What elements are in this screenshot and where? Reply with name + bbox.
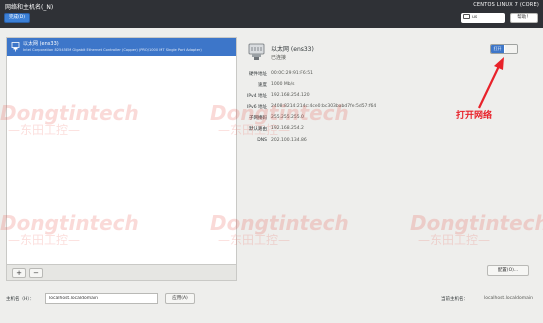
- dns-label: DNS: [257, 138, 267, 143]
- hardware-address-value: 00:0C:29:91:F6:51: [271, 71, 313, 76]
- connection-name: 以太网 (ens33): [23, 41, 59, 47]
- add-connection-button[interactable]: +: [12, 268, 26, 278]
- help-button[interactable]: 帮助！: [510, 13, 538, 23]
- network-icon: [11, 42, 20, 52]
- ethernet-icon: [248, 43, 265, 60]
- remove-connection-button[interactable]: −: [29, 268, 43, 278]
- ipv6-address-value: 2408:8214:214c:4ce0:bc303babd7fe:5d57:f6…: [271, 104, 377, 109]
- connection-list-toolbar: + −: [6, 265, 237, 281]
- connection-title: 以太网 (ens33): [271, 46, 314, 53]
- watermark: Dongtintech —东田工控—: [410, 213, 543, 247]
- watermark-brand: Dongtintech: [410, 211, 543, 235]
- connection-description: Intel Corporation 82545EM Gigabit Ethern…: [23, 48, 202, 52]
- toggle-knob: [505, 45, 517, 53]
- ipv4-address-value: 192.168.254.120: [271, 93, 310, 98]
- ipv4-address-label: IPv4 地址: [247, 94, 267, 99]
- speed-label: 速度: [258, 83, 267, 88]
- watermark-brand-cn: —东田工控—: [418, 233, 491, 247]
- configure-button[interactable]: 配置(O)...: [487, 265, 529, 276]
- connection-list: 以太网 (ens33) Intel Corporation 82545EM Gi…: [6, 37, 237, 265]
- current-hostname-value: localhost.localdomain: [484, 296, 533, 301]
- done-button[interactable]: 完成(D): [4, 13, 30, 23]
- page-title: 网络和主机名(_N): [5, 4, 54, 11]
- toggle-on-label: 打开: [491, 45, 504, 53]
- default-route-label: 默认路由: [249, 127, 267, 132]
- annotation-arrow-icon: [478, 57, 504, 109]
- annotation-text: 打开网络: [456, 111, 493, 121]
- hostname-label: 主机名（H）：: [6, 297, 35, 302]
- subnet-mask-label: 子网掩码: [249, 116, 267, 121]
- dns-value: 202.100.134.86: [271, 138, 307, 143]
- hostname-input[interactable]: [45, 293, 158, 304]
- os-label: CENTOS LINUX 7 (CORE): [473, 2, 539, 8]
- header-bar: 网络和主机名(_N) 完成(D) CENTOS LINUX 7 (CORE) u…: [0, 0, 543, 28]
- current-hostname-label: 当前主机名：: [441, 297, 468, 302]
- connection-list-item[interactable]: 以太网 (ens33) Intel Corporation 82545EM Gi…: [7, 38, 236, 56]
- subnet-mask-value: 255.255.255.0: [271, 115, 304, 120]
- keyboard-icon: [463, 14, 470, 19]
- connection-status: 已连接: [271, 55, 287, 61]
- apply-button[interactable]: 应用(A): [165, 293, 195, 304]
- hardware-address-label: 硬件地址: [249, 72, 267, 77]
- network-toggle[interactable]: 打开: [490, 44, 518, 54]
- default-route-value: 192.168.254.2: [271, 126, 304, 131]
- ipv6-address-label: IPv6 地址: [247, 105, 267, 110]
- speed-value: 1000 Mb/s: [271, 82, 295, 87]
- keyboard-layout-selector[interactable]: us: [461, 13, 505, 23]
- keyboard-layout-label: us: [472, 15, 478, 20]
